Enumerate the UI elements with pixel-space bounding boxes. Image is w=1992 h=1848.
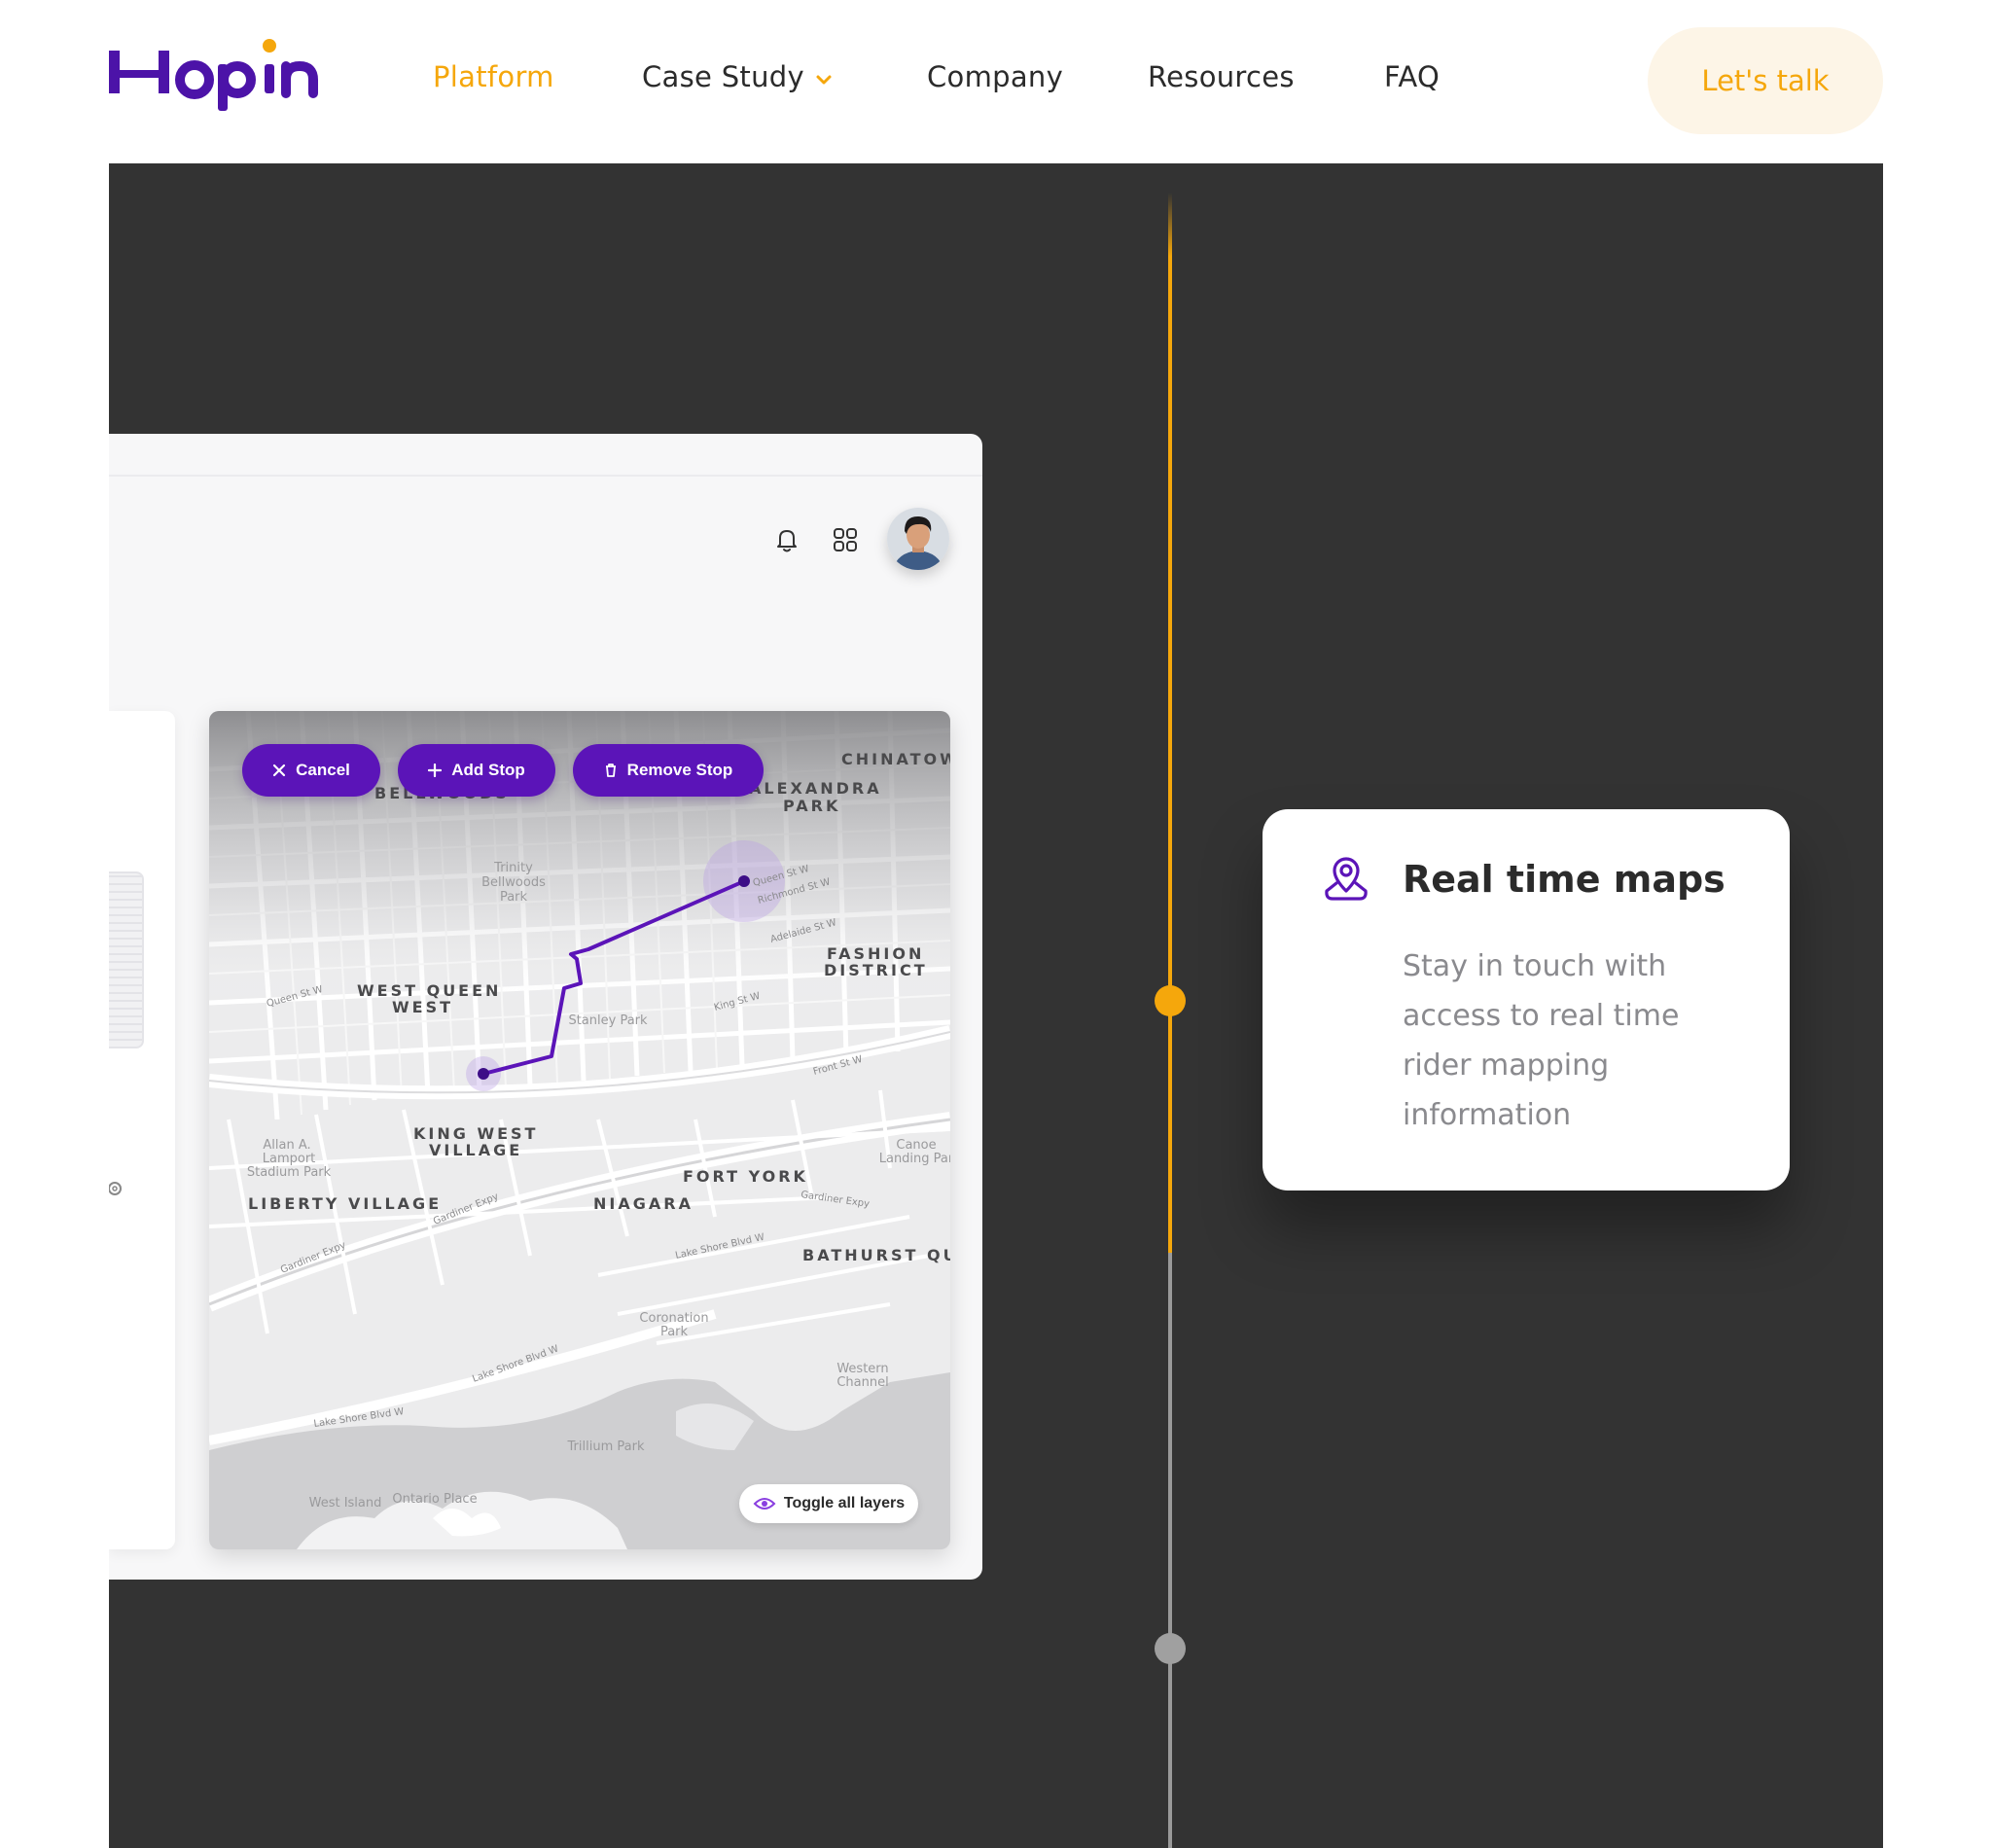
- close-icon: [273, 764, 286, 777]
- window-divider: [109, 475, 982, 477]
- timeline-track: [1168, 1233, 1172, 1848]
- map-canvas[interactable]: CHINATOW ALEXANDRA PARK BELLWOODS FASHIO…: [209, 711, 950, 1549]
- feature-description: Stay in touch with access to real time r…: [1403, 949, 1680, 1132]
- feature-card: Real time maps Stay in touch with access…: [1263, 809, 1790, 1191]
- toggle-layers-label: Toggle all layers: [783, 1495, 906, 1511]
- map-label-district: DISTRICT: [824, 961, 928, 979]
- nav-company[interactable]: Company: [927, 60, 1063, 93]
- map-label-canoe-2: Landing Par: [879, 1152, 950, 1166]
- remove-stop-button[interactable]: Remove Stop: [573, 744, 764, 797]
- timeline-dot-active[interactable]: [1155, 985, 1186, 1016]
- map-label-trillium: Trillium Park: [567, 1439, 645, 1454]
- map-label-fort-york: FORT YORK: [683, 1167, 808, 1186]
- map-label-chinatown: CHINATOW: [841, 750, 950, 768]
- top-navigation: Platform Case Study Company Resources FA…: [0, 0, 1992, 163]
- map-label-stanley-park: Stanley Park: [568, 1013, 648, 1028]
- map-label-canoe-1: Canoe: [896, 1138, 936, 1153]
- nav-case-study[interactable]: Case Study: [642, 60, 804, 93]
- bell-icon[interactable]: [770, 523, 803, 556]
- app-preview-window: CHINATOW ALEXANDRA PARK BELLWOODS FASHIO…: [109, 434, 982, 1580]
- eye-icon: [753, 1498, 776, 1510]
- map-label-trinity: Trinity: [493, 861, 533, 875]
- map-label-allan-1: Allan A.: [263, 1138, 310, 1153]
- chevron-down-icon[interactable]: [815, 74, 833, 86]
- map-label-coronation-2: Park: [660, 1325, 689, 1339]
- add-stop-label: Add Stop: [451, 761, 525, 779]
- hopin-logo[interactable]: [109, 37, 327, 115]
- cancel-button[interactable]: Cancel: [242, 744, 380, 797]
- add-stop-button[interactable]: Add Stop: [398, 744, 555, 797]
- nav-faq[interactable]: FAQ: [1384, 60, 1440, 93]
- map-label-liberty-village: LIBERTY VILLAGE: [248, 1194, 442, 1213]
- map-label-bathurst: BATHURST QU/: [802, 1246, 950, 1264]
- gear-icon[interactable]: [109, 1178, 130, 1199]
- map-view[interactable]: CHINATOW ALEXANDRA PARK BELLWOODS FASHIO…: [209, 711, 950, 1549]
- avatar-image: [887, 508, 949, 570]
- feature-title: Real time maps: [1403, 858, 1725, 901]
- panel-thumbnail[interactable]: [109, 871, 144, 1048]
- map-label-west-island: West Island: [309, 1496, 382, 1510]
- feature-section: CHINATOW ALEXANDRA PARK BELLWOODS FASHIO…: [109, 163, 1883, 1848]
- map-label-west: WEST: [392, 998, 453, 1016]
- map-label-trinity-3: Park: [500, 890, 528, 905]
- timeline-dot[interactable]: [1155, 1633, 1186, 1664]
- map-label-allan-3: Stadium Park: [247, 1165, 332, 1180]
- plus-icon: [428, 764, 443, 777]
- map-label-ontario-place: Ontario Place: [392, 1492, 477, 1507]
- map-label-coronation-1: Coronation: [639, 1311, 708, 1326]
- destination-marker[interactable]: [738, 875, 750, 887]
- map-label-niagara: NIAGARA: [593, 1194, 694, 1213]
- cancel-label: Cancel: [296, 761, 350, 779]
- lets-talk-button[interactable]: Let's talk: [1648, 27, 1883, 134]
- map-label-park: PARK: [783, 797, 840, 815]
- nav-resources[interactable]: Resources: [1148, 60, 1295, 93]
- map-pin-icon: [1325, 857, 1368, 901]
- map-label-village: VILLAGE: [429, 1141, 522, 1159]
- remove-stop-label: Remove Stop: [626, 761, 733, 779]
- side-panel: [109, 711, 175, 1549]
- toggle-layers-button[interactable]: Toggle all layers: [739, 1484, 918, 1523]
- trash-icon: [605, 764, 616, 777]
- map-label-trinity-2: Bellwoods: [481, 875, 546, 890]
- nav-platform[interactable]: Platform: [433, 60, 554, 93]
- grid-icon[interactable]: [829, 523, 862, 556]
- map-label-alexandra: ALEXANDRA: [749, 779, 882, 798]
- origin-marker[interactable]: [478, 1068, 489, 1080]
- map-label-western-2: Channel: [836, 1375, 888, 1390]
- timeline-progress: [1168, 193, 1172, 1253]
- map-label-allan-2: Lamport: [263, 1152, 316, 1166]
- user-avatar[interactable]: [887, 508, 949, 570]
- map-label-western-1: Western: [836, 1362, 888, 1376]
